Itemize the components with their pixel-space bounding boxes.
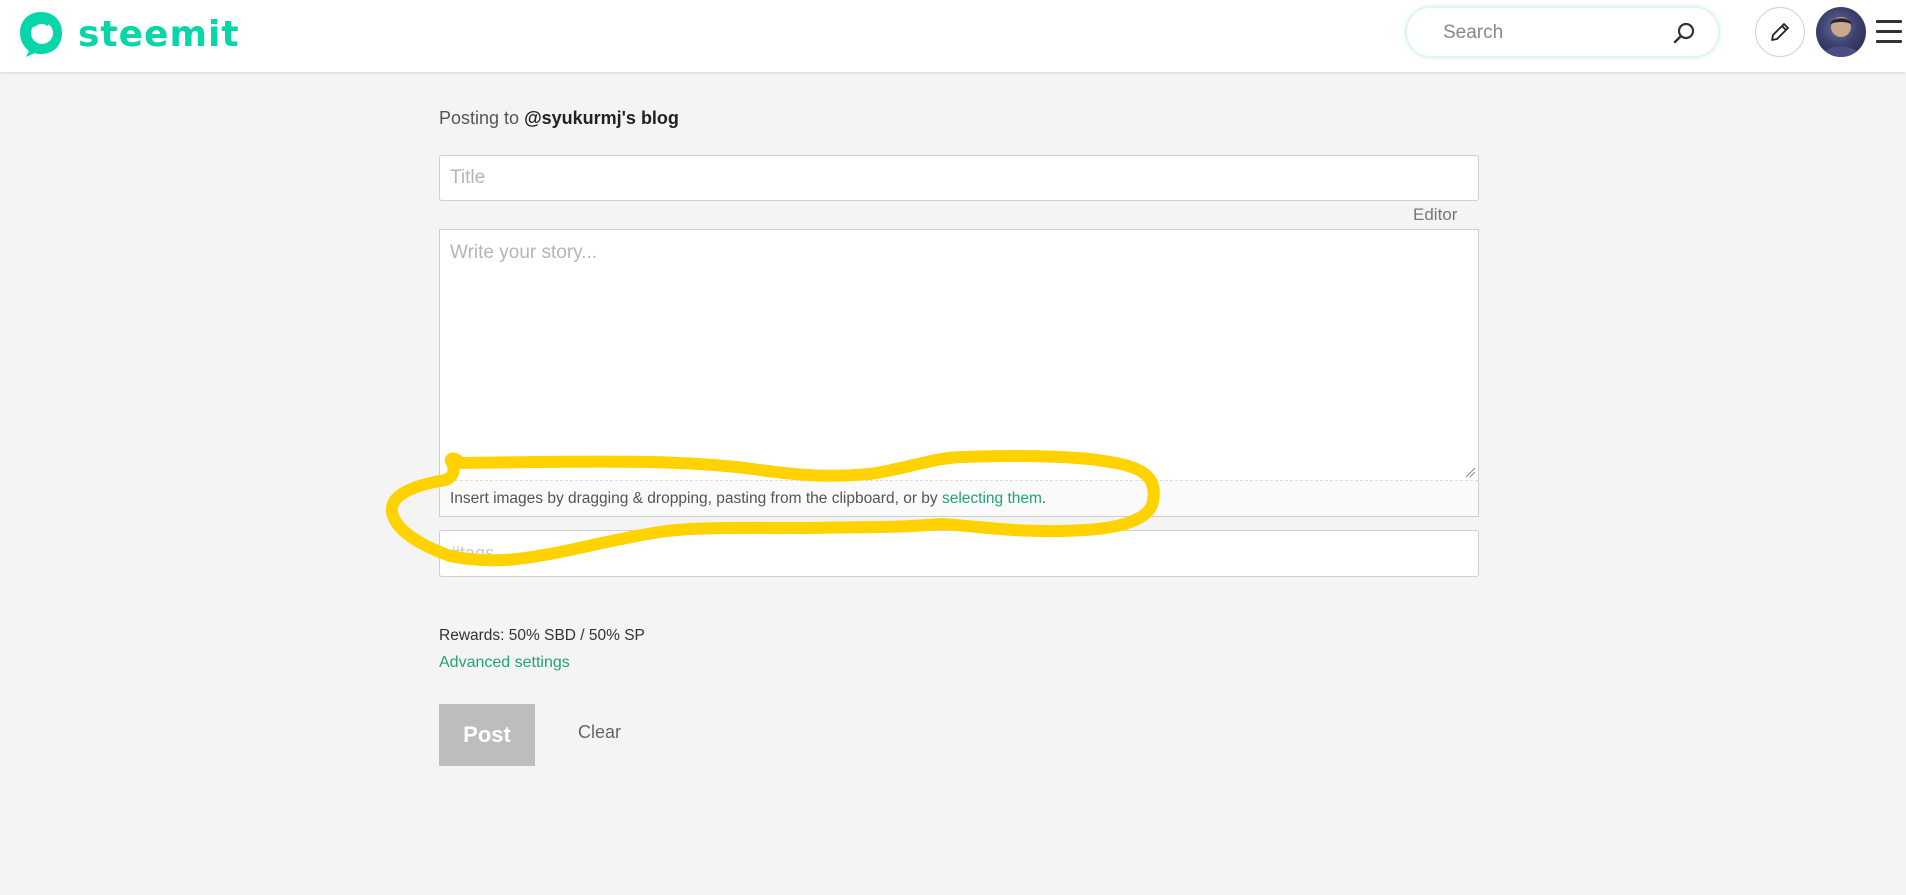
steemit-logo[interactable]: steemit <box>18 10 240 58</box>
posting-to-prefix: Posting to <box>439 108 525 128</box>
search-input[interactable] <box>1443 20 1663 46</box>
rewards-label: Rewards: 50% SBD / 50% SP <box>439 627 645 644</box>
post-button[interactable]: Post <box>439 704 535 766</box>
user-avatar[interactable] <box>1816 7 1866 57</box>
hamburger-menu-icon[interactable] <box>1876 20 1902 44</box>
search-box[interactable] <box>1405 6 1720 58</box>
title-input[interactable] <box>439 155 1479 201</box>
story-editor: Insert images by dragging & dropping, pa… <box>439 229 1479 517</box>
insert-hint-suffix: . <box>1041 490 1047 507</box>
insert-hint-text: Insert images by dragging & dropping, pa… <box>450 490 942 507</box>
image-insert-hint: Insert images by dragging & dropping, pa… <box>440 480 1478 516</box>
posting-to-label: Posting to @syukurmj's blog <box>439 108 679 129</box>
select-images-link[interactable]: selecting them <box>942 490 1042 507</box>
pencil-icon <box>1771 23 1789 41</box>
brand-name: steemit <box>78 13 240 55</box>
write-post-button[interactable] <box>1755 7 1805 57</box>
posting-to-target: @syukurmj's blog <box>524 108 679 128</box>
tags-input[interactable] <box>439 530 1479 577</box>
search-icon[interactable] <box>1672 21 1696 45</box>
avatar-picture <box>1822 17 1860 57</box>
steemit-logo-icon <box>20 12 62 57</box>
clear-button[interactable]: Clear <box>578 722 621 743</box>
resize-handle-icon[interactable] <box>1464 466 1476 478</box>
advanced-settings-link[interactable]: Advanced settings <box>439 654 570 672</box>
editor-toggle-link[interactable]: Editor <box>1413 205 1457 225</box>
top-navbar: steemit <box>0 0 1906 72</box>
story-textarea[interactable] <box>440 230 1478 480</box>
